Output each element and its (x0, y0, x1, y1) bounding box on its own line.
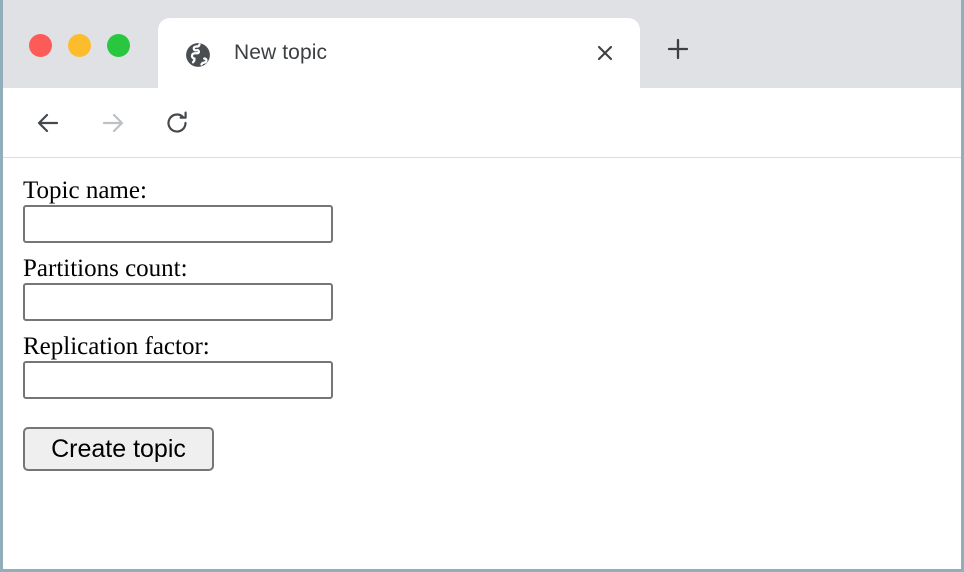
back-button[interactable] (31, 106, 65, 140)
tab-strip: New topic (3, 0, 961, 88)
forward-button (96, 106, 130, 140)
window-maximize-button[interactable] (107, 34, 130, 57)
window-controls (29, 34, 130, 57)
replication-factor-label: Replication factor: (23, 333, 210, 360)
close-icon[interactable] (592, 40, 618, 66)
arrow-left-icon (37, 113, 59, 133)
tab-title: New topic (234, 41, 328, 64)
plus-icon (667, 38, 689, 60)
create-topic-form: Topic name: Partitions count: Replicatio… (23, 176, 961, 471)
browser-window: New topic Topic name: Partitions count: … (0, 0, 964, 572)
topic-name-input[interactable] (23, 205, 333, 243)
partitions-count-input[interactable] (23, 283, 333, 321)
page-content: Topic name: Partitions count: Replicatio… (3, 158, 961, 569)
arrow-right-icon (102, 113, 124, 133)
create-topic-button[interactable]: Create topic (23, 427, 214, 471)
partitions-count-label: Partitions count: (23, 255, 188, 282)
reload-icon (167, 111, 187, 133)
globe-icon (185, 42, 211, 68)
reload-button[interactable] (160, 106, 194, 140)
new-tab-button[interactable] (663, 34, 693, 64)
topic-name-label: Topic name: (23, 177, 147, 204)
window-minimize-button[interactable] (68, 34, 91, 57)
replication-factor-input[interactable] (23, 361, 333, 399)
window-close-button[interactable] (29, 34, 52, 57)
browser-tab-active[interactable]: New topic (158, 18, 640, 88)
browser-toolbar: localhost/new.html (3, 88, 961, 233)
